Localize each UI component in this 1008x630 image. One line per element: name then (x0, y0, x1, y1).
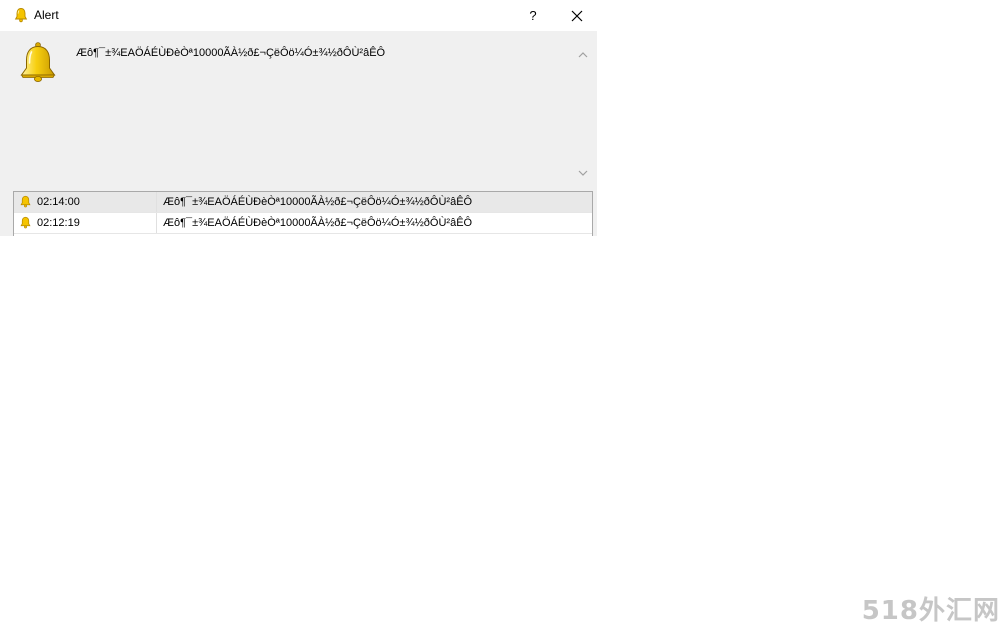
help-icon: ? (529, 8, 537, 23)
chevron-down-icon (578, 170, 588, 176)
close-button[interactable] (555, 0, 597, 31)
chevron-up-icon (578, 52, 588, 58)
window-title: Alert (34, 8, 59, 22)
alert-bell-icon (20, 42, 56, 83)
alert-time: 02:14:00 (37, 196, 80, 208)
vertical-scrollbar[interactable] (574, 42, 592, 185)
watermark-logo: 518外汇网 (861, 596, 1000, 626)
list-item[interactable]: 02:14:00 Æô¶¯±¾EAÖÁÉÙÐèÒª10000ÃÀ½ð£¬ÇëÔö… (14, 192, 592, 213)
bell-icon (20, 195, 31, 208)
alert-row-message: Æô¶¯±¾EAÖÁÉÙÐèÒª10000ÃÀ½ð£¬ÇëÔö¼Ó±¾½ðÔÙ²… (163, 196, 473, 208)
column-divider (156, 192, 157, 212)
alert-message: Æô¶¯±¾EAÖÁÉÙÐèÒª10000ÃÀ½ð£¬ÇëÔö¼Ó±¾½ðÔÙ²… (76, 47, 386, 59)
alert-dialog: Alert ? Æô¶¯±¾EAÖÁÉÙÐèÒª10000ÃÀ½ð£¬ÇëÔö¼… (0, 0, 597, 236)
help-button[interactable]: ? (511, 0, 555, 31)
bell-icon (14, 8, 28, 23)
list-item[interactable]: 02:12:19 Æô¶¯±¾EAÖÁÉÙÐèÒª10000ÃÀ½ð£¬ÇëÔö… (14, 213, 592, 234)
close-icon (571, 10, 583, 21)
alert-history-list: 02:14:00 Æô¶¯±¾EAÖÁÉÙÐèÒª10000ÃÀ½ð£¬ÇëÔö… (13, 191, 593, 236)
scroll-down-button[interactable] (574, 164, 592, 182)
alert-time: 02:12:19 (37, 217, 80, 229)
title-bar[interactable]: Alert ? (0, 0, 597, 31)
alert-row-message: Æô¶¯±¾EAÖÁÉÙÐèÒª10000ÃÀ½ð£¬ÇëÔö¼Ó±¾½ðÔÙ²… (163, 217, 473, 229)
scroll-up-button[interactable] (574, 46, 592, 64)
bell-icon (20, 216, 31, 229)
column-divider (156, 213, 157, 233)
